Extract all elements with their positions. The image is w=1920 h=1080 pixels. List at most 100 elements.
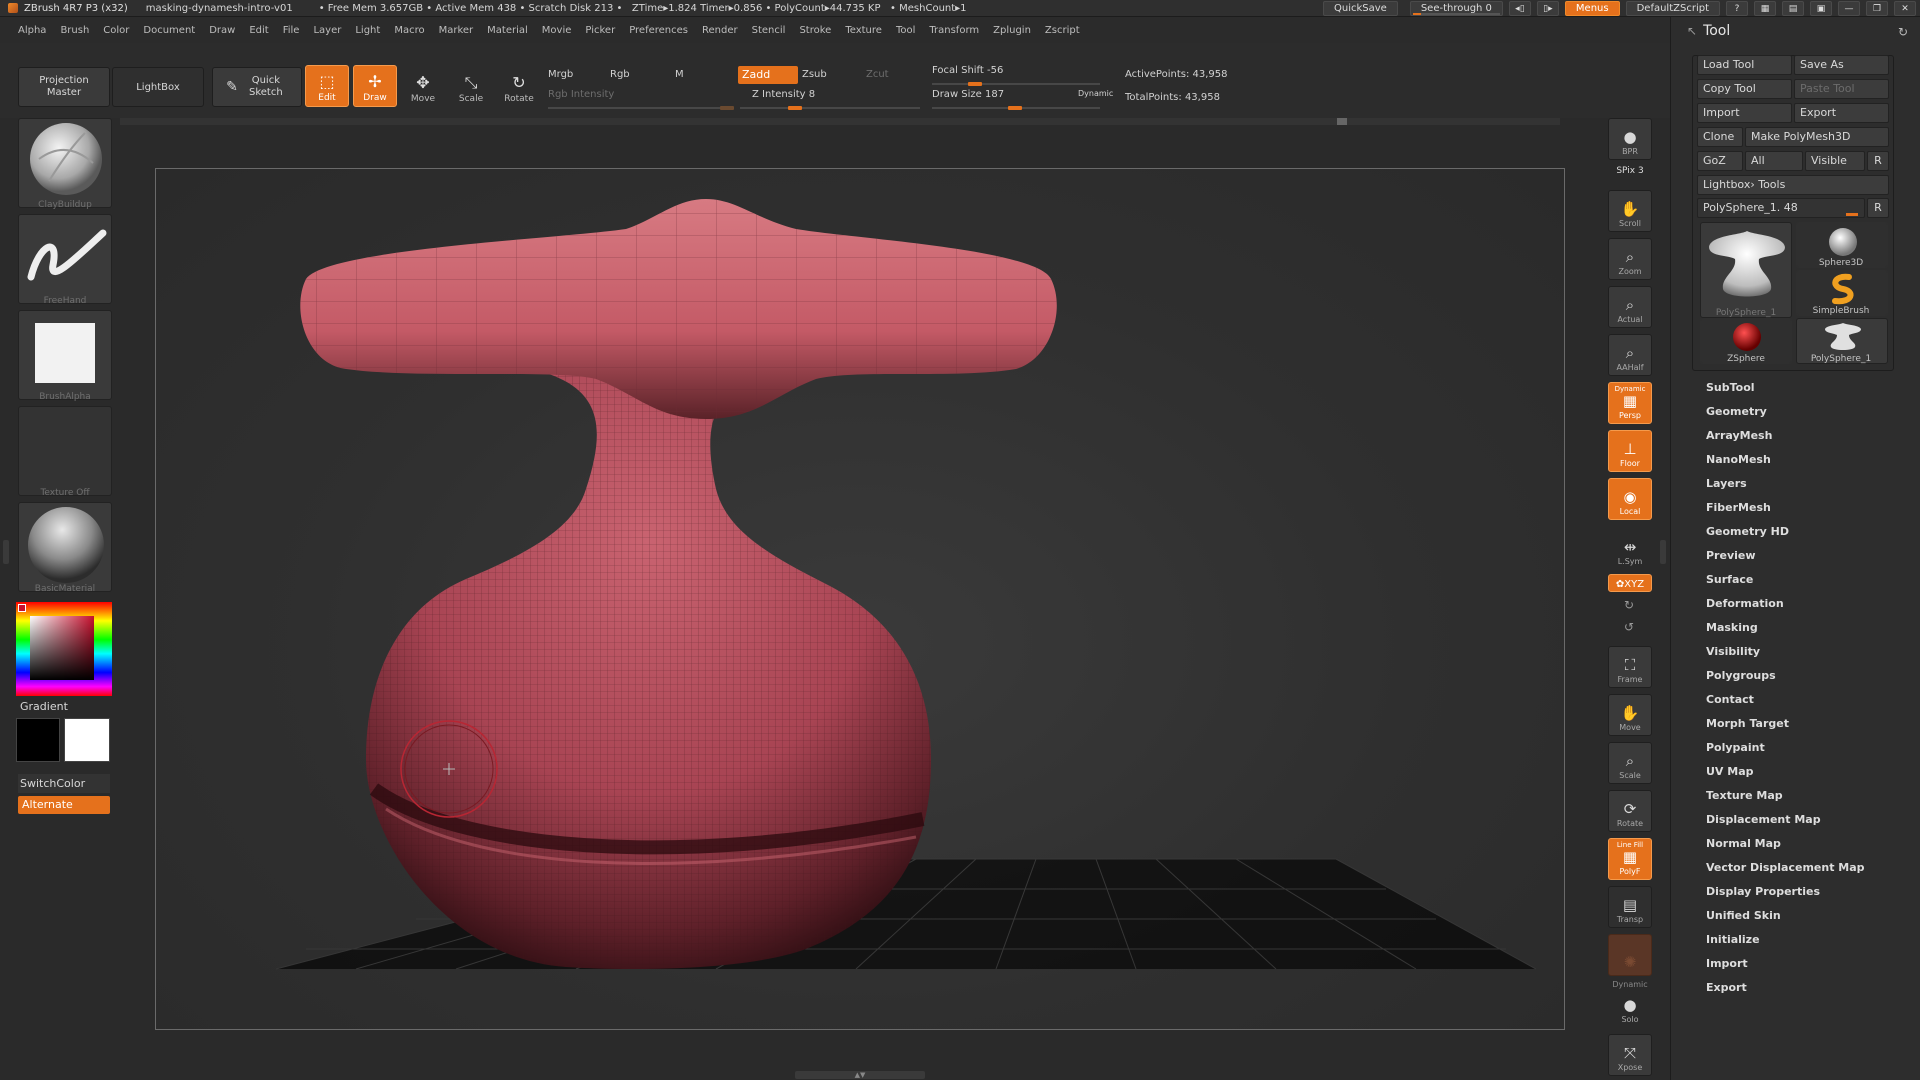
subpalette-displacement-map[interactable]: Displacement Map	[1706, 813, 1821, 826]
scale-mode-button[interactable]: ⤡ Scale	[449, 65, 493, 107]
floor-button[interactable]: ⊥ Floor	[1608, 430, 1652, 472]
menu-draw[interactable]: Draw	[209, 25, 235, 36]
menu-edit[interactable]: Edit	[249, 25, 268, 36]
menu-material[interactable]: Material	[487, 25, 528, 36]
menu-marker[interactable]: Marker	[439, 25, 474, 36]
z-intensity-slider[interactable]: Z Intensity 8	[752, 89, 815, 100]
alternate-button[interactable]: Alternate	[18, 796, 110, 814]
scale-view-button[interactable]: ⌕ Scale	[1608, 742, 1652, 784]
lock-icon[interactable]: ▣	[1810, 1, 1832, 16]
menus-button[interactable]: Menus	[1564, 1, 1620, 16]
material-picker[interactable]	[18, 502, 112, 592]
lightbox-button[interactable]: LightBox	[112, 67, 204, 107]
goz-all-button[interactable]: All	[1745, 151, 1803, 171]
subpalette-unified-skin[interactable]: Unified Skin	[1706, 909, 1781, 922]
subpalette-fibermesh[interactable]: FiberMesh	[1706, 501, 1771, 514]
rotate-z-icon[interactable]: ↺	[1624, 620, 1634, 634]
zoom-button[interactable]: ⌕ Zoom	[1608, 238, 1652, 280]
save-as-button[interactable]: Save As	[1794, 55, 1889, 75]
main-color-swatch[interactable]	[64, 718, 110, 762]
color-picker[interactable]	[16, 602, 112, 696]
xyz-button[interactable]: ✿XYZ	[1608, 574, 1652, 592]
actual-button[interactable]: ⌕ Actual	[1608, 286, 1652, 328]
alpha-picker[interactable]	[18, 310, 112, 400]
draw-size-slider[interactable]: Draw Size 187	[932, 89, 1004, 100]
import-button[interactable]: Import	[1697, 103, 1792, 123]
layout-left-icon[interactable]: ◂▯	[1508, 1, 1531, 16]
current-tool-r-button[interactable]: R	[1867, 198, 1889, 218]
menu-brush[interactable]: Brush	[60, 25, 89, 36]
tool-thumb-polysphere-large[interactable]	[1700, 222, 1792, 318]
brush-picker[interactable]	[18, 118, 112, 208]
menu-layer[interactable]: Layer	[313, 25, 341, 36]
local-button[interactable]: ◉ Local	[1608, 478, 1652, 520]
goz-button[interactable]: GoZ	[1697, 151, 1743, 171]
subpalette-import[interactable]: Import	[1706, 957, 1748, 970]
focal-shift-slider[interactable]: Focal Shift -56	[932, 65, 1003, 76]
polyf-button[interactable]: Line Fill ▦ PolyF	[1608, 838, 1652, 880]
help-icon[interactable]: ?	[1726, 1, 1748, 16]
subpalette-geometry-hd[interactable]: Geometry HD	[1706, 525, 1789, 538]
subpalette-vector-displacement-map[interactable]: Vector Displacement Map	[1706, 861, 1865, 874]
subpalette-normal-map[interactable]: Normal Map	[1706, 837, 1781, 850]
copy-tool-button[interactable]: Copy Tool	[1697, 79, 1792, 99]
see-through-slider[interactable]: See-through 0	[1409, 1, 1503, 16]
ui-layout-icon[interactable]: ▦	[1754, 1, 1776, 16]
menu-render[interactable]: Render	[702, 25, 738, 36]
focal-shift-track[interactable]	[932, 82, 1100, 86]
close-icon[interactable]: ✕	[1894, 1, 1916, 16]
ui-layout-2-icon[interactable]: ▤	[1782, 1, 1804, 16]
menu-picker[interactable]: Picker	[585, 25, 615, 36]
xpose-button[interactable]: ⤧ Xpose	[1608, 1034, 1652, 1076]
lsym-button[interactable]: ⇹ L.Sym	[1608, 528, 1652, 570]
texture-picker[interactable]	[18, 406, 112, 496]
left-tray-handle[interactable]	[3, 540, 9, 564]
zsub-toggle[interactable]: Zsub	[802, 69, 827, 80]
color-field[interactable]	[30, 616, 94, 680]
switch-color-button[interactable]: SwitchColor	[18, 774, 110, 793]
subpalette-deformation[interactable]: Deformation	[1706, 597, 1784, 610]
rgb-toggle[interactable]: Rgb	[610, 69, 630, 80]
subpalette-contact[interactable]: Contact	[1706, 693, 1754, 706]
aahalf-button[interactable]: ⌕ AAHalf	[1608, 334, 1652, 376]
current-tool-slider[interactable]: PolySphere_1. 48	[1697, 198, 1865, 218]
spix-slider[interactable]: SPix 3	[1608, 166, 1652, 176]
ghost-button[interactable]: ✺	[1608, 934, 1652, 976]
make-polymesh-button[interactable]: Make PolyMesh3D	[1745, 127, 1889, 147]
refresh-icon[interactable]: ↻	[1898, 25, 1908, 39]
rgb-intensity-track[interactable]	[548, 106, 734, 110]
subpalette-nanomesh[interactable]: NanoMesh	[1706, 453, 1771, 466]
default-zscript-button[interactable]: DefaultZScript	[1625, 1, 1720, 16]
subpalette-polygroups[interactable]: Polygroups	[1706, 669, 1776, 682]
menu-stencil[interactable]: Stencil	[752, 25, 786, 36]
zcut-toggle[interactable]: Zcut	[866, 69, 889, 80]
edit-mode-button[interactable]: ⬚ Edit	[305, 65, 349, 107]
move-view-button[interactable]: ✋ Move	[1608, 694, 1652, 736]
persp-button[interactable]: Dynamic ▦ Persp	[1608, 382, 1652, 424]
mrgb-toggle[interactable]: Mrgb	[548, 69, 573, 80]
rotate-y-icon[interactable]: ↻	[1624, 598, 1634, 612]
frame-button[interactable]: ⛶ Frame	[1608, 646, 1652, 688]
restore-icon[interactable]: ❐	[1866, 1, 1888, 16]
rgb-intensity-slider[interactable]: Rgb Intensity	[548, 89, 614, 100]
subpalette-morph-target[interactable]: Morph Target	[1706, 717, 1789, 730]
menu-movie[interactable]: Movie	[542, 25, 572, 36]
menu-preferences[interactable]: Preferences	[629, 25, 688, 36]
gradient-toggle[interactable]: Gradient	[20, 700, 68, 713]
projection-master-button[interactable]: Projection Master	[18, 67, 110, 107]
dynamic-toggle[interactable]: Dynamic	[1078, 89, 1113, 98]
menu-stroke[interactable]: Stroke	[799, 25, 831, 36]
tool-palette-title[interactable]: ↖ Tool	[1687, 23, 1730, 39]
menu-tool[interactable]: Tool	[896, 25, 915, 36]
minimize-icon[interactable]: —	[1838, 1, 1860, 16]
subpalette-uv-map[interactable]: UV Map	[1706, 765, 1754, 778]
menu-alpha[interactable]: Alpha	[18, 25, 46, 36]
load-tool-button[interactable]: Load Tool	[1697, 55, 1792, 75]
export-button[interactable]: Export	[1794, 103, 1889, 123]
subpalette-polypaint[interactable]: Polypaint	[1706, 741, 1765, 754]
subpalette-visibility[interactable]: Visibility	[1706, 645, 1760, 658]
document-canvas[interactable]	[155, 168, 1565, 1030]
menu-texture[interactable]: Texture	[845, 25, 882, 36]
quick-sketch-button[interactable]: ✎ Quick Sketch	[212, 67, 302, 107]
menu-file[interactable]: File	[283, 25, 300, 36]
